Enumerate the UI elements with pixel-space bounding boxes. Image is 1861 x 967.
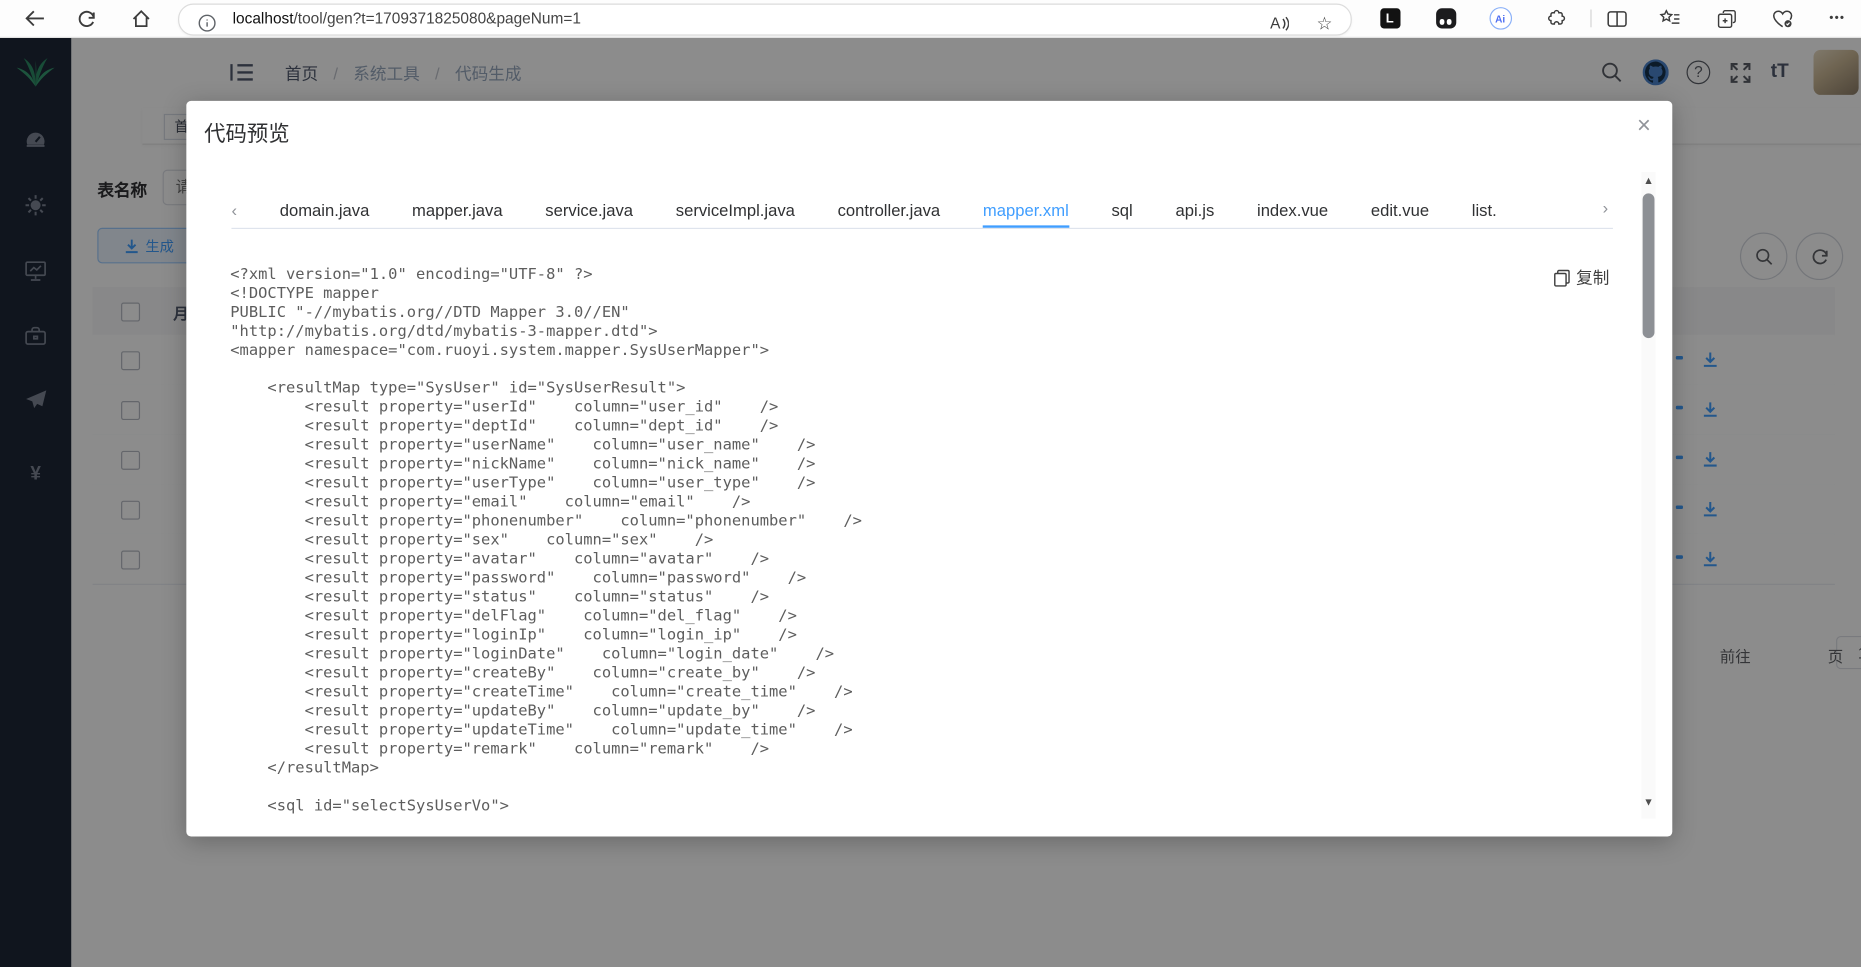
tab-edit.vue[interactable]: edit.vue [1371, 191, 1429, 228]
tab-index.vue[interactable]: index.vue [1257, 191, 1328, 228]
browser-toolbar: localhost/tool/gen?t=1709371825080&pageN… [0, 0, 1861, 38]
tab-controller.java[interactable]: controller.java [838, 191, 941, 228]
file-tabs: ‹ domain.java mapper.java service.java serv… [231, 191, 1613, 229]
tabs-prev-icon[interactable]: ‹ [231, 200, 237, 219]
browser-essentials-icon[interactable] [1770, 0, 1796, 37]
tab-sql[interactable]: sql [1111, 191, 1132, 228]
read-aloud-icon[interactable]: A [1265, 5, 1293, 42]
dialog-title: 代码预览 [204, 122, 290, 146]
app-root: 首页 / 系统工具 / 代码生成 ? tT ▾ [0, 36, 1861, 967]
scroll-down-icon[interactable]: ▼ [1641, 796, 1655, 808]
browser-refresh-icon[interactable] [74, 0, 100, 37]
tab-mapper.xml[interactable]: mapper.xml [983, 191, 1069, 228]
extension-l-icon[interactable]: L [1378, 0, 1402, 37]
tab-api.js[interactable]: api.js [1175, 191, 1214, 228]
browser-menu-icon[interactable]: ••• [1824, 0, 1850, 37]
toolbar-divider [1590, 9, 1592, 28]
favorite-star-icon[interactable]: ☆ [1310, 5, 1338, 42]
scroll-up-icon[interactable]: ▲ [1641, 174, 1655, 186]
screenshot-root: localhost/tool/gen?t=1709371825080&pageN… [0, 0, 1861, 967]
url-path: /tool/gen?t=1709371825080&pageNum=1 [293, 9, 581, 28]
extension-ai-icon[interactable]: Ai [1488, 0, 1512, 37]
code-preview-dialog: 代码预览 × ‹ domain.java mapper.java service.j… [186, 100, 1673, 837]
split-screen-icon[interactable] [1605, 0, 1629, 37]
tab-service.java[interactable]: service.java [545, 191, 633, 228]
copy-button[interactable]: 复制 [1554, 266, 1609, 290]
dialog-close-icon[interactable]: × [1637, 113, 1651, 140]
browser-back-icon[interactable] [21, 0, 47, 37]
copy-icon [1554, 269, 1570, 287]
collections-icon[interactable] [1714, 0, 1740, 37]
tab-list.[interactable]: list. [1472, 191, 1497, 228]
tabs-next-icon[interactable]: › [1603, 198, 1609, 217]
url-host: localhost [232, 9, 294, 28]
code-content: <?xml version="1.0" encoding="UTF-8" ?> … [230, 265, 862, 816]
tab-mapper.java[interactable]: mapper.java [412, 191, 503, 228]
site-info-icon[interactable] [196, 5, 217, 42]
extensions-puzzle-icon[interactable] [1544, 0, 1568, 37]
tab-domain.java[interactable]: domain.java [280, 191, 370, 228]
url-text: localhost/tool/gen?t=1709371825080&pageN… [233, 9, 581, 27]
address-bar[interactable]: localhost/tool/gen?t=1709371825080&pageN… [178, 3, 1352, 36]
extension-dark-icon[interactable] [1434, 0, 1458, 37]
tab-serviceImpl.java[interactable]: serviceImpl.java [676, 191, 795, 228]
modal-scrollbar-thumb[interactable] [1642, 193, 1655, 339]
favorites-list-icon[interactable] [1657, 0, 1683, 37]
browser-home-icon[interactable] [128, 0, 154, 37]
